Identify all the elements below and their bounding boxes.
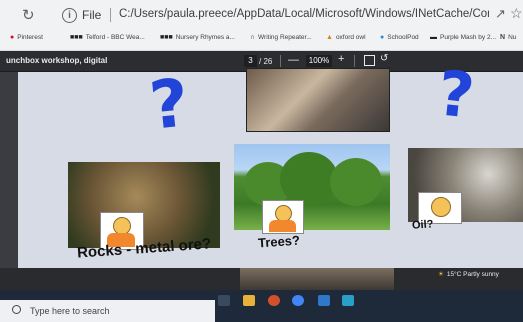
label-trees: Trees? xyxy=(257,232,301,251)
address-divider xyxy=(110,8,111,22)
slide-margin xyxy=(0,72,18,268)
info-icon[interactable]: i xyxy=(62,8,77,23)
schoolpod-icon: ● xyxy=(380,34,385,41)
bookmark-bbc-weather[interactable]: ■■■ Telford - BBC Wea... xyxy=(70,34,145,41)
bookmark-schoolpod[interactable]: ● SchoolPod xyxy=(380,34,419,41)
bookmark-nu[interactable]: N Nu xyxy=(500,34,516,41)
zoom-in-button[interactable]: + xyxy=(338,53,344,65)
bookmark-label: Telford - BBC Wea... xyxy=(85,34,145,41)
toolbar-divider xyxy=(354,55,355,67)
bookmark-purple-mash[interactable]: ▬ Purple Mash by 2... xyxy=(430,34,496,41)
body-shape xyxy=(269,220,296,232)
page-number-input[interactable]: 3 xyxy=(244,55,257,67)
page-total: / 26 xyxy=(259,57,273,66)
search-placeholder: Type here to search xyxy=(30,306,110,316)
bookmark-label: Writing Repeater... xyxy=(258,34,312,41)
app-icon[interactable] xyxy=(342,295,354,306)
bbc-icon: ■■■ xyxy=(160,34,173,41)
bookmark-label: Nursery Rhymes a... xyxy=(175,34,235,41)
pinterest-icon: ● xyxy=(10,34,15,41)
question-mark-left: ? xyxy=(146,64,193,145)
thinking-face-card xyxy=(262,200,304,234)
writing-icon: ∩ xyxy=(250,34,256,41)
bookmark-nursery-rhymes[interactable]: ■■■ Nursery Rhymes a... xyxy=(160,34,235,41)
weather-text: 15°C Partly sunny xyxy=(446,270,499,278)
url-field[interactable]: C:/Users/paula.preece/AppData/Local/Micr… xyxy=(119,8,489,20)
fit-page-icon[interactable] xyxy=(364,55,375,66)
smiley-icon xyxy=(431,197,451,217)
bookmark-star-icon[interactable]: ☆ xyxy=(510,5,523,22)
bookmark-label: Pinterest xyxy=(17,34,43,41)
rotate-icon[interactable]: ↺ xyxy=(380,53,388,64)
outlook-icon[interactable] xyxy=(318,295,330,306)
file-explorer-icon[interactable] xyxy=(243,295,255,306)
bookmark-label: Nu xyxy=(508,34,517,41)
zoom-out-button[interactable]: — xyxy=(288,54,299,66)
task-view-icon[interactable] xyxy=(218,295,230,306)
sun-icon: ☀ xyxy=(438,271,444,278)
reload-icon[interactable]: ↻ xyxy=(22,6,35,24)
document-title: unchbox workshop, digital xyxy=(6,56,108,65)
purple-mash-icon: ▬ xyxy=(430,34,437,41)
owl-icon: ▲ xyxy=(326,34,333,41)
chrome-icon[interactable] xyxy=(292,295,304,306)
bookmark-pinterest[interactable]: ● Pinterest xyxy=(10,34,43,41)
bookmark-label: SchoolPod xyxy=(387,34,419,41)
share-icon[interactable]: ↗ xyxy=(495,6,506,22)
bookmark-writing-repeater[interactable]: ∩ Writing Repeater... xyxy=(250,34,312,41)
search-icon xyxy=(12,305,21,314)
n-icon: N xyxy=(500,34,506,41)
question-mark-right: ? xyxy=(434,56,478,133)
bbc-icon: ■■■ xyxy=(70,34,83,41)
bookmark-label: Purple Mash by 2... xyxy=(440,34,496,41)
zoom-level-input[interactable]: 100% xyxy=(306,55,332,67)
weather-widget[interactable]: ☀ 15°C Partly sunny xyxy=(438,270,499,279)
office-icon[interactable] xyxy=(268,295,280,306)
photo-next-page xyxy=(240,268,394,290)
url-scheme-label: File xyxy=(82,8,102,22)
photo-trees xyxy=(234,144,390,230)
tree-shape xyxy=(330,158,382,206)
label-oil: Oil? xyxy=(411,218,434,232)
photo-rocks xyxy=(68,162,220,248)
toolbar-divider xyxy=(280,55,281,67)
photo-newspapers xyxy=(246,68,390,132)
bookmark-label: oxford owl xyxy=(335,34,366,41)
bookmark-oxford-owl[interactable]: ▲ oxford owl xyxy=(326,34,366,41)
